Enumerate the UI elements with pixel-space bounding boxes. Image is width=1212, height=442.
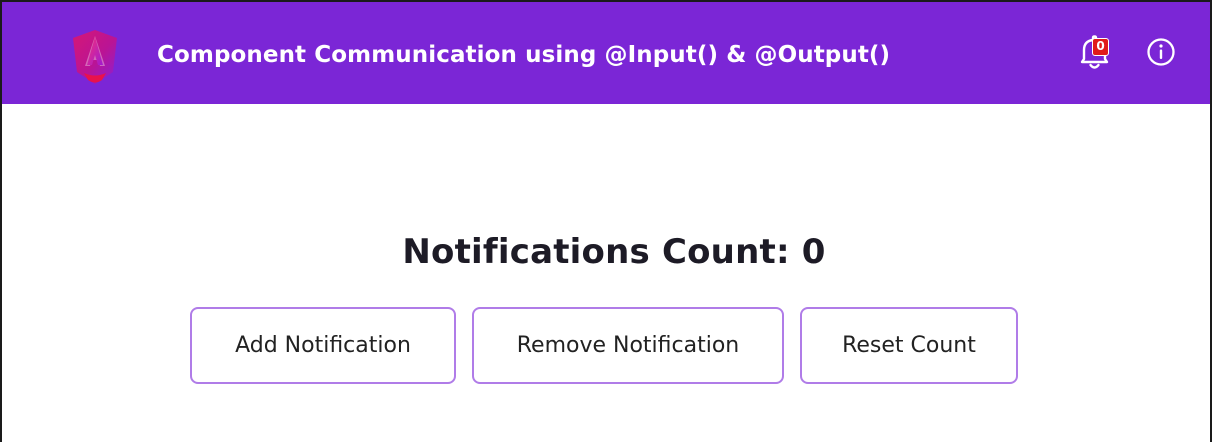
main-content: Notifications Count: 0 Add Notification … [2,104,1210,442]
info-button[interactable] [1146,37,1176,67]
app-title: Component Communication using @Input() &… [157,42,891,68]
top-toolbar: Component Communication using @Input() &… [2,2,1210,104]
notifications-count-heading: Notifications Count: 0 [402,232,826,272]
add-notification-button[interactable]: Add Notification [190,307,456,384]
notification-count-badge: 0 [1092,38,1109,56]
reset-count-button[interactable]: Reset Count [800,307,1018,384]
info-icon [1146,38,1176,71]
bell-icon [1076,35,1114,78]
angular-logo-icon [68,28,122,88]
notification-button[interactable]: 0 [1076,34,1114,74]
remove-notification-button[interactable]: Remove Notification [472,307,784,384]
app-window: Component Communication using @Input() &… [0,0,1212,442]
